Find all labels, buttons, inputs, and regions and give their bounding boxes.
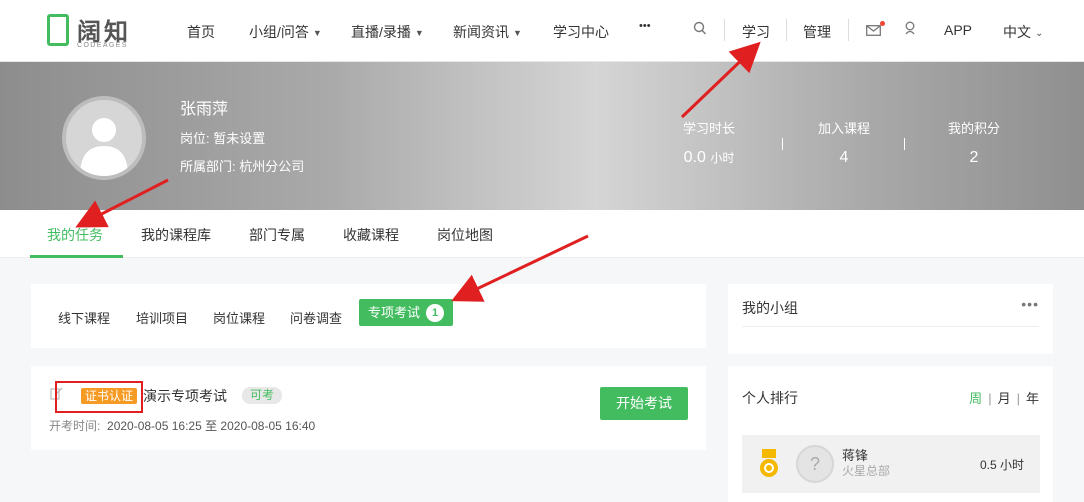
caret-down-icon: ▼ xyxy=(312,28,322,39)
rank-dept: 火星总部 xyxy=(842,464,891,478)
subtab-training[interactable]: 培训项目 xyxy=(136,308,188,327)
chevron-down-icon: ⌄ xyxy=(1035,27,1044,39)
nav-learning-center-label: 学习中心 xyxy=(553,24,609,40)
nav-manage-label: 管理 xyxy=(803,24,831,40)
stat-value: 0.0 小时 xyxy=(654,149,764,167)
tab-course-library[interactable]: 我的课程库 xyxy=(141,225,211,245)
nav-live-label: 直播/录播 xyxy=(351,24,411,40)
ranking-row[interactable]: ? 蒋锋 火星总部 0.5 小时 xyxy=(742,435,1040,493)
ranking-title: 个人排行 xyxy=(742,390,798,406)
stat-divider xyxy=(782,138,783,150)
ranking-period-tabs: 周 | 月 | 年 xyxy=(969,388,1039,407)
subtab-offline[interactable]: 线下课程 xyxy=(58,308,110,327)
status-badge: 可考 xyxy=(242,387,283,404)
logo-mark xyxy=(47,14,69,46)
stat-courses: 加入课程 4 xyxy=(789,118,899,167)
my-groups-title: 我的小组 xyxy=(742,300,798,316)
nav-home[interactable]: 首页 xyxy=(187,22,215,42)
subtab-special-exam[interactable]: 专项考试 1 xyxy=(359,299,453,326)
subtab-survey[interactable]: 问卷调查 xyxy=(290,308,342,327)
tab-position-map[interactable]: 岗位地图 xyxy=(437,225,493,245)
mail-icon[interactable] xyxy=(866,21,885,39)
period-month[interactable]: 月 xyxy=(998,391,1011,406)
divider xyxy=(742,326,1039,327)
stat-label: 我的积分 xyxy=(947,121,1000,136)
subtab-position-courses[interactable]: 岗位课程 xyxy=(213,308,265,327)
divider: | xyxy=(1016,391,1020,406)
nav-study-label: 学习 xyxy=(742,24,770,40)
nav-live[interactable]: 直播/录播 ▼ xyxy=(351,22,424,42)
nav-manage[interactable]: 管理 xyxy=(803,22,831,42)
annotation-highlight-box xyxy=(55,381,143,413)
nav-more[interactable]: ••• xyxy=(639,20,651,32)
logo[interactable]: 阔知 CODEAGES xyxy=(47,12,142,52)
nav-divider xyxy=(724,19,725,41)
nav-study[interactable]: 学习 xyxy=(742,22,770,42)
user-icon[interactable] xyxy=(904,21,916,38)
user-name: 张雨萍 xyxy=(180,101,229,118)
rank-hours: 0.5 小时 xyxy=(979,458,1024,472)
period-week[interactable]: 周 xyxy=(969,391,982,406)
stat-value: 4 xyxy=(839,149,849,166)
more-dots-icon: ••• xyxy=(639,20,651,32)
tab-favorites[interactable]: 收藏课程 xyxy=(343,225,399,245)
subtab-special-exam-label: 专项考试 xyxy=(368,305,421,320)
user-department: 所属部门: 杭州分公司 xyxy=(180,159,305,174)
nav-app[interactable]: APP xyxy=(944,22,972,38)
count-badge: 1 xyxy=(426,303,445,322)
exam-time: 开考时间: 2020-08-05 16:25 至 2020-08-05 16:4… xyxy=(49,417,315,434)
exam-time-value: 2020-08-05 16:25 至 2020-08-05 16:40 xyxy=(107,419,316,433)
stat-label: 学习时长 xyxy=(682,121,735,136)
search-icon[interactable] xyxy=(693,21,707,40)
user-position: 岗位: 暂未设置 xyxy=(180,131,266,146)
language-label: 中文 xyxy=(1003,24,1031,40)
nav-learning-center[interactable]: 学习中心 xyxy=(553,22,609,42)
profile-banner: 张雨萍 岗位: 暂未设置 所属部门: 杭州分公司 学习时长 0.0 小时 加入课… xyxy=(0,62,1084,210)
more-icon[interactable]: ••• xyxy=(1021,296,1039,312)
stat-points: 我的积分 2 xyxy=(919,118,1029,167)
nav-divider xyxy=(786,19,787,41)
main-tabs: 我的任务 我的课程库 部门专属 收藏课程 岗位地图 xyxy=(0,210,1084,258)
logo-subtitle: CODEAGES xyxy=(77,42,128,49)
nav-home-label: 首页 xyxy=(187,24,215,40)
ranking-panel: 个人排行 周 | 月 | 年 ? 蒋锋 火星总部 0.5 小时 xyxy=(728,366,1053,502)
nav-groups-label: 小组/问答 xyxy=(249,24,309,40)
tab-my-tasks[interactable]: 我的任务 xyxy=(47,225,103,245)
nav-groups[interactable]: 小组/问答 ▼ xyxy=(249,22,322,42)
start-exam-button[interactable]: 开始考试 xyxy=(600,387,688,420)
period-year[interactable]: 年 xyxy=(1026,391,1039,406)
subtab-panel: 线下课程 培训项目 岗位课程 问卷调查 专项考试 1 xyxy=(31,284,706,348)
top-nav: 阔知 CODEAGES 首页 小组/问答 ▼ 直播/录播 ▼ 新闻资讯 ▼ 学习中心 … xyxy=(0,0,1084,62)
rank-avatar[interactable]: ? xyxy=(796,445,834,483)
stat-unit: 小时 xyxy=(710,151,735,165)
caret-down-icon: ▼ xyxy=(513,28,522,39)
nav-news[interactable]: 新闻资讯 ▼ xyxy=(453,22,522,42)
my-groups-panel: 我的小组 ••• xyxy=(728,284,1053,354)
user-avatar[interactable] xyxy=(62,96,146,180)
active-tab-indicator xyxy=(30,255,123,258)
stat-number: 0.0 xyxy=(683,149,706,166)
nav-app-label: APP xyxy=(944,22,973,38)
stat-study-time: 学习时长 0.0 小时 xyxy=(654,118,764,167)
medal-icon xyxy=(758,449,780,479)
caret-down-icon: ▼ xyxy=(414,28,424,39)
nav-news-label: 新闻资讯 xyxy=(453,24,509,40)
stat-divider xyxy=(904,138,905,150)
notification-dot xyxy=(880,21,885,26)
stat-label: 加入课程 xyxy=(817,121,870,136)
exam-time-label: 开考时间: xyxy=(49,419,101,433)
nav-divider xyxy=(848,19,849,41)
exam-title[interactable]: 演示专项考试 xyxy=(143,386,227,406)
language-select[interactable]: 中文 ⌄ xyxy=(1003,22,1043,42)
divider: | xyxy=(988,391,992,406)
stat-value: 2 xyxy=(969,149,979,166)
tab-department[interactable]: 部门专属 xyxy=(249,225,305,245)
